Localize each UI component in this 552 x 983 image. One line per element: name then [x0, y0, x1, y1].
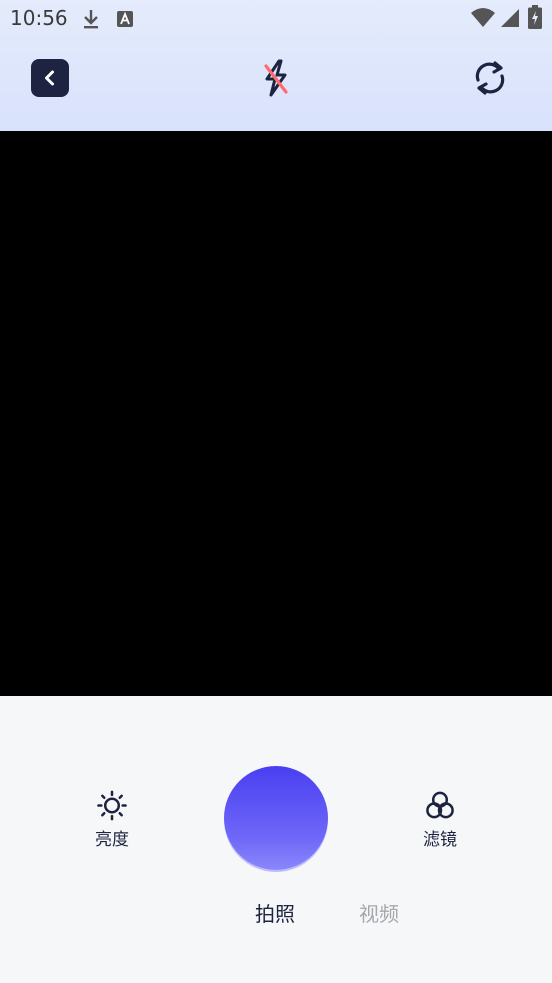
camera-switch-button[interactable]	[470, 58, 510, 98]
filter-icon	[426, 791, 454, 819]
wifi-icon	[470, 8, 496, 32]
camera-toolbar	[0, 50, 552, 106]
brightness-icon	[97, 790, 127, 821]
mode-video-tab[interactable]: 视频	[359, 898, 399, 927]
filter-label: 滤镜	[423, 830, 457, 850]
flash-off-icon	[264, 59, 288, 97]
camera-controls: 亮度 滤镜 拍照 视频	[0, 696, 552, 983]
status-bar: 10:56	[0, 0, 552, 36]
brightness-label: 亮度	[95, 830, 129, 850]
chevron-left-icon	[45, 70, 54, 86]
mode-photo-tab[interactable]: 拍照	[255, 898, 295, 927]
signal-icon	[500, 8, 520, 32]
camera-switch-icon	[475, 61, 505, 95]
back-button[interactable]	[31, 59, 69, 97]
shutter-button[interactable]	[224, 766, 328, 870]
flash-toggle-button[interactable]	[256, 58, 296, 98]
brightness-button[interactable]: 亮度	[72, 790, 152, 850]
camera-preview[interactable]	[0, 131, 552, 696]
download-icon	[82, 8, 100, 34]
filter-button[interactable]: 滤镜	[400, 790, 480, 850]
battery-charging-icon	[528, 5, 542, 33]
a-icon	[116, 10, 134, 32]
status-time: 10:56	[10, 6, 68, 30]
top-area: 10:56	[0, 0, 552, 131]
